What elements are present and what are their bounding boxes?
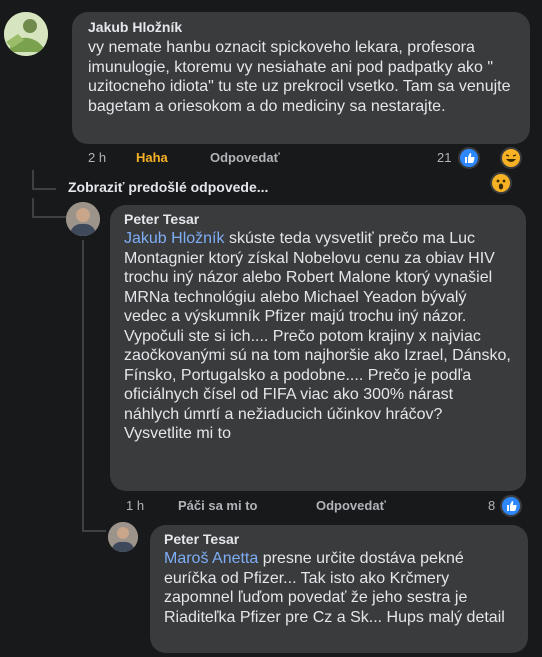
comment-bubble: Jakub Hložník vy nemate hanbu oznacit sp… [72, 12, 530, 144]
comment-bubble: Peter Tesar Maroš Anetta presne určite d… [150, 525, 528, 653]
wow-reaction-icon [490, 172, 512, 194]
reply-button[interactable]: Odpovedať [210, 150, 280, 165]
comment-author[interactable]: Peter Tesar [124, 211, 199, 227]
avatar[interactable] [66, 202, 100, 236]
comment-bubble: Peter Tesar Jakub Hložník skúste teda vy… [110, 205, 526, 491]
avatar[interactable] [108, 522, 138, 552]
avatar-image [4, 12, 48, 56]
thread-line [82, 530, 106, 532]
thread-line [32, 170, 34, 190]
like-button[interactable]: Páči sa mi to [178, 498, 257, 513]
avatar-image [108, 522, 138, 552]
comment-author[interactable]: Jakub Hložník [88, 19, 182, 35]
comment-text: Maroš Anetta presne určite dostáva pekné… [164, 549, 516, 627]
comment-author[interactable]: Peter Tesar [164, 531, 239, 547]
mention-link[interactable]: Maroš Anetta [164, 550, 258, 567]
thread-line [82, 240, 84, 530]
haha-reaction-button[interactable]: Haha [136, 150, 168, 165]
comment-body: skúste teda vysvetliť prečo ma Luc Monta… [124, 230, 511, 442]
reaction-count[interactable]: 8 [488, 498, 495, 513]
thread-line [32, 216, 66, 218]
avatar-image [66, 202, 100, 236]
thread-line [32, 188, 56, 190]
show-previous-replies-link[interactable]: Zobraziť predošlé odpovede... [68, 179, 268, 195]
reaction-icons[interactable] [458, 147, 528, 194]
like-reaction-icon[interactable] [500, 495, 522, 517]
mention-link[interactable]: Jakub Hložník [124, 230, 225, 247]
comment-time[interactable]: 2 h [88, 150, 106, 165]
reply-button[interactable]: Odpovedať [316, 498, 386, 513]
haha-reaction-icon [499, 147, 522, 169]
comment-text: Jakub Hložník skúste teda vysvetliť preč… [124, 229, 512, 444]
avatar[interactable] [4, 12, 48, 56]
comment-actions: 1 h Páči sa mi to Odpovedať 8 [126, 495, 526, 517]
comment-time[interactable]: 1 h [126, 498, 144, 513]
like-reaction-icon [458, 147, 480, 169]
reaction-count[interactable]: 21 [437, 150, 451, 165]
thread-line [32, 198, 34, 218]
comment-actions: 2 h Haha Odpovedať 21 [88, 147, 528, 194]
comment-text: vy nemate hanbu oznacit spickoveho lekar… [88, 39, 511, 115]
